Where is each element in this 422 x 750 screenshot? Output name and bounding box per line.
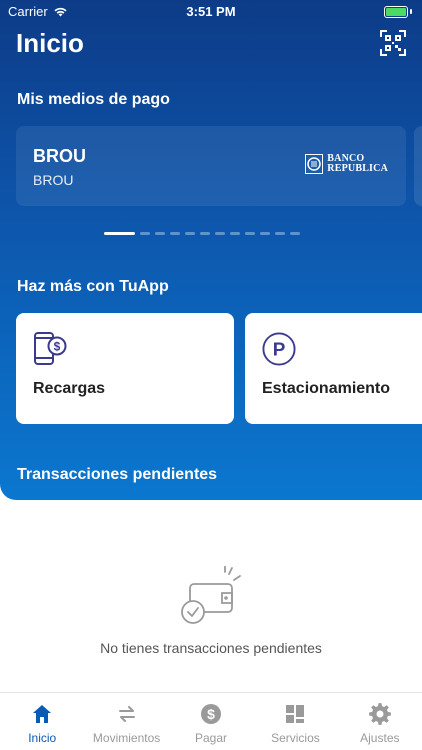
tab-movimientos[interactable]: Movimientos bbox=[84, 693, 168, 750]
card-subtitle: BROU bbox=[33, 172, 74, 188]
parking-icon: P bbox=[262, 332, 296, 366]
carousel-dot[interactable] bbox=[230, 232, 240, 235]
carousel-dot[interactable] bbox=[155, 232, 165, 235]
svg-text:P: P bbox=[273, 340, 286, 361]
carousel-dot[interactable] bbox=[245, 232, 255, 235]
carousel-dot[interactable] bbox=[275, 232, 285, 235]
bank-logo-icon bbox=[305, 154, 324, 174]
svg-text:$: $ bbox=[207, 706, 215, 722]
next-payment-card[interactable] bbox=[414, 126, 422, 206]
header-background bbox=[0, 0, 422, 500]
gear-icon bbox=[368, 703, 391, 725]
tab-bar: Inicio Movimientos $ Pagar Servicios Aju… bbox=[0, 692, 422, 750]
tab-servicios[interactable]: Servicios bbox=[253, 693, 337, 750]
phone-dollar-icon: $ bbox=[34, 332, 67, 365]
estacionamiento-tile[interactable]: P Estacionamiento bbox=[245, 313, 422, 424]
qr-scan-icon[interactable] bbox=[380, 30, 406, 56]
card-name: BROU bbox=[33, 146, 86, 166]
wallet-check-icon bbox=[181, 566, 241, 624]
recargas-label: Recargas bbox=[33, 380, 106, 397]
carousel-dot[interactable] bbox=[200, 232, 210, 235]
home-icon bbox=[33, 705, 52, 723]
dollar-icon: $ bbox=[201, 704, 222, 724]
carousel-pagination[interactable] bbox=[104, 232, 300, 235]
payment-methods-heading: Mis medios de pago bbox=[17, 91, 170, 108]
page-title: Inicio bbox=[16, 28, 84, 58]
carousel-dot[interactable] bbox=[290, 232, 300, 235]
payment-card[interactable]: BROU BROU BANCO REPUBLICA bbox=[16, 126, 406, 206]
estacionamiento-label: Estacionamiento bbox=[262, 380, 391, 397]
carousel-dot[interactable] bbox=[215, 232, 225, 235]
pending-heading: Transacciones pendientes bbox=[17, 466, 218, 483]
svg-text:$: $ bbox=[54, 340, 61, 354]
more-heading: Haz más con TuApp bbox=[17, 278, 169, 295]
bank-logo: BANCO REPUBLICA bbox=[305, 154, 388, 174]
tab-pagar[interactable]: $ Pagar bbox=[169, 693, 253, 750]
grid-icon bbox=[286, 705, 305, 723]
empty-state-message: No tienes transacciones pendientes bbox=[100, 640, 322, 656]
tab-inicio[interactable]: Inicio bbox=[0, 693, 84, 750]
status-time: 3:51 PM bbox=[186, 4, 236, 19]
transfer-arrows-icon bbox=[118, 706, 135, 722]
recargas-tile[interactable]: $ Recargas bbox=[16, 313, 234, 424]
carousel-dot[interactable] bbox=[104, 232, 135, 235]
carousel-dot[interactable] bbox=[140, 232, 150, 235]
carousel-dot[interactable] bbox=[260, 232, 270, 235]
status-bar: Carrier 3:51 PM bbox=[0, 0, 422, 22]
carousel-dot[interactable] bbox=[185, 232, 195, 235]
tab-ajustes[interactable]: Ajustes bbox=[338, 693, 422, 750]
carousel-dot[interactable] bbox=[170, 232, 180, 235]
battery-icon bbox=[384, 5, 414, 18]
